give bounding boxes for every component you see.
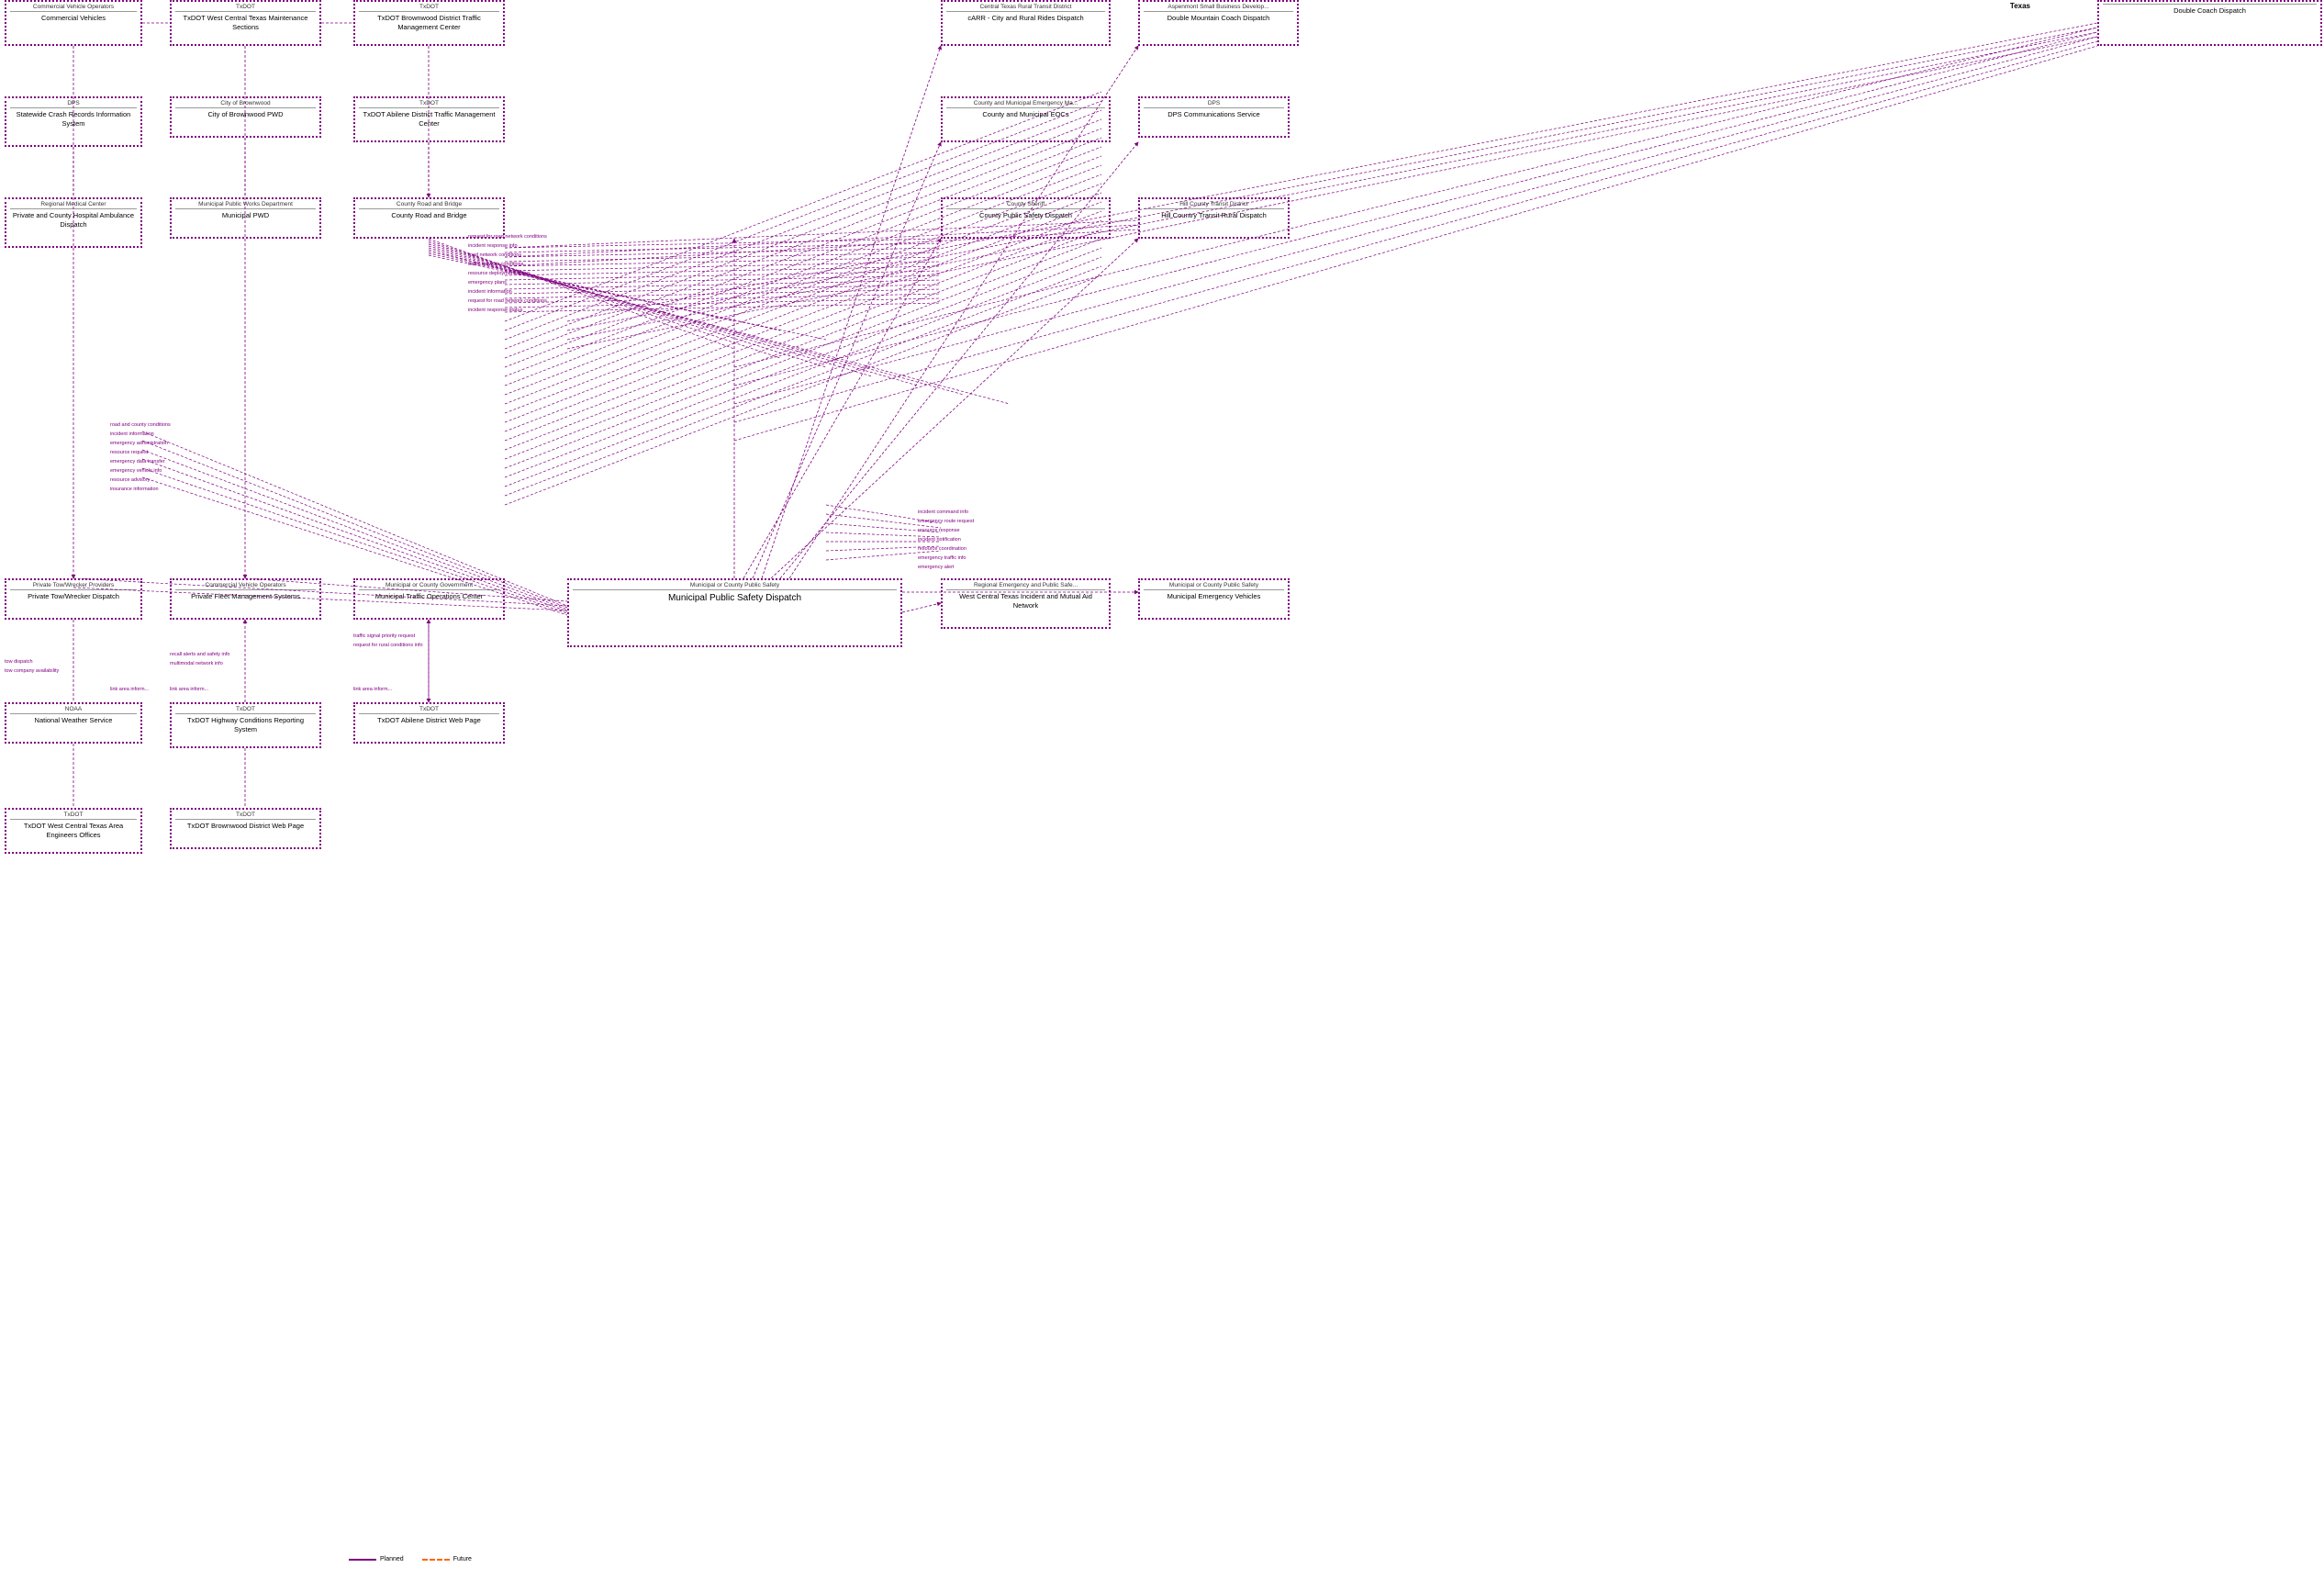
label-emergency-vehicle: emergency vehicle info <box>110 468 162 474</box>
legend-planned: Planned <box>349 1556 404 1562</box>
node-municipal-emergency-vehicles: Municipal or County Public Safety Munici… <box>1138 578 1290 620</box>
label-emergency-plans: emergency plans <box>468 280 507 286</box>
label-request-road2: request for road network conditions <box>468 298 547 304</box>
node-txdot-west-central: TxDOT TxDOT West Central Texas Maintenan… <box>170 0 321 46</box>
label-emergency-alert: emergency alert <box>918 565 954 570</box>
label-traffic-signal: traffic signal priority request <box>353 633 415 639</box>
label-incident-response: incident response info <box>468 243 518 249</box>
label-link-hw: link area inform... <box>170 687 208 692</box>
label-link-tow: link area inform... <box>110 687 149 692</box>
node-txdot-brownwood-web: TxDOT TxDOT Brownwood District Web Page <box>170 808 321 849</box>
legend-future: Future <box>422 1556 472 1562</box>
node-dps-communications: DPS DPS Communications Service <box>1138 96 1290 138</box>
node-county-road-bridge: County Road and Bridge County Road and B… <box>353 197 505 239</box>
label-resource-coordination: resource coordination <box>918 546 966 552</box>
node-municipal-county-gov: Municipal or County Government Municipal… <box>353 578 505 620</box>
node-private-tow: Private Tow/Wrecker Providers Private To… <box>5 578 142 620</box>
node-double-coach: Double Coach Dispatch <box>2097 0 2322 46</box>
node-county-sheriff: County Sheriff County Public Safety Disp… <box>941 197 1111 239</box>
label-insurance-info: insurance information <box>110 487 159 492</box>
legend: Planned Future <box>349 1556 472 1562</box>
label-emergency-traffic: emergency traffic info <box>918 555 966 561</box>
node-county-municipal-eoc: County and Municipal Emergency Ma... Cou… <box>941 96 1111 142</box>
label-road-conditions-left: road and county conditions <box>110 422 171 428</box>
label-tow-dispatch: tow dispatch <box>5 659 33 665</box>
page-title: Texas <box>2010 2 2030 10</box>
label-incident-response-status: incident response status <box>468 308 522 313</box>
label-incident-info-left: incident information <box>110 431 154 437</box>
label-tow-company: tow company availability <box>5 668 59 674</box>
legend-planned-label: Planned <box>380 1556 404 1562</box>
node-municipal-public-safety-dispatch: Municipal or County Public Safety Munici… <box>567 578 902 647</box>
label-incident-command: incident command info <box>918 509 968 515</box>
node-txdot-west-central-area: TxDOT TxDOT West Central Texas Area Engi… <box>5 808 142 854</box>
node-txdot-brownwood-traffic: TxDOT TxDOT Brownwood District Traffic M… <box>353 0 505 46</box>
node-txdot-abilene-web: TxDOT TxDOT Abilene District Web Page <box>353 702 505 744</box>
label-incident-notification: incident notification <box>918 537 961 543</box>
label-emergency-route: emergency route request <box>918 519 974 524</box>
label-incident-info: incident information <box>468 289 512 295</box>
node-noaa: NOAA National Weather Service <box>5 702 142 744</box>
label-link-abilene: link area inform... <box>353 687 392 692</box>
diagram-container: Texas Commercial Vehicle Operators Comme… <box>0 0 2324 1590</box>
node-city-brownwood-pwd: City of Brownwood City of Brownwood PWD <box>170 96 321 138</box>
node-commercial-vehicles: Commercial Vehicle Operators Commercial … <box>5 0 142 46</box>
label-recall-alerts: recall alerts and safety info <box>170 652 229 657</box>
label-resource-req: resource request <box>110 450 148 455</box>
node-aspenmont: Aspenmont Small Business Develop... Doub… <box>1138 0 1299 46</box>
label-resource-deployment: resource deployment status <box>468 271 531 276</box>
node-hill-country-transit: Hill County Transit District Hill Countr… <box>1138 197 1290 239</box>
node-regional-medical: Regional Medical Center Private and Coun… <box>5 197 142 248</box>
node-txdot-abilene-traffic: TxDOT TxDOT Abilene District Traffic Man… <box>353 96 505 142</box>
node-txdot-highway-conditions: TxDOT TxDOT Highway Conditions Reporting… <box>170 702 321 748</box>
label-resource-response: resource response <box>918 528 960 533</box>
label-resource-advisory: resource advisory <box>110 477 150 483</box>
label-request-rural: request for rural conditions info <box>353 643 423 648</box>
label-multimodal: multimodal network info <box>170 661 223 666</box>
legend-future-label: Future <box>453 1556 472 1562</box>
label-emergency-admin: emergency administration <box>110 441 168 446</box>
label-emergency-data: emergency data transfer <box>110 459 165 465</box>
node-municipal-pwd: Municipal Public Works Department Munici… <box>170 197 321 239</box>
node-dps-crash: DPS Statewide Crash Records Information … <box>5 96 142 147</box>
label-traffic-network: traffic network conditions <box>468 262 523 267</box>
legend-planned-line <box>349 1559 376 1561</box>
legend-future-line <box>422 1559 450 1561</box>
node-regional-emergency: Regional Emergency and Public Safe... We… <box>941 578 1111 629</box>
node-ctrr: Central Texas Rural Transit District cAR… <box>941 0 1111 46</box>
node-commercial-vehicle-mid: Commercial Vehicle Operators Private Fle… <box>170 578 321 620</box>
label-road-network: road network conditions <box>468 252 521 258</box>
